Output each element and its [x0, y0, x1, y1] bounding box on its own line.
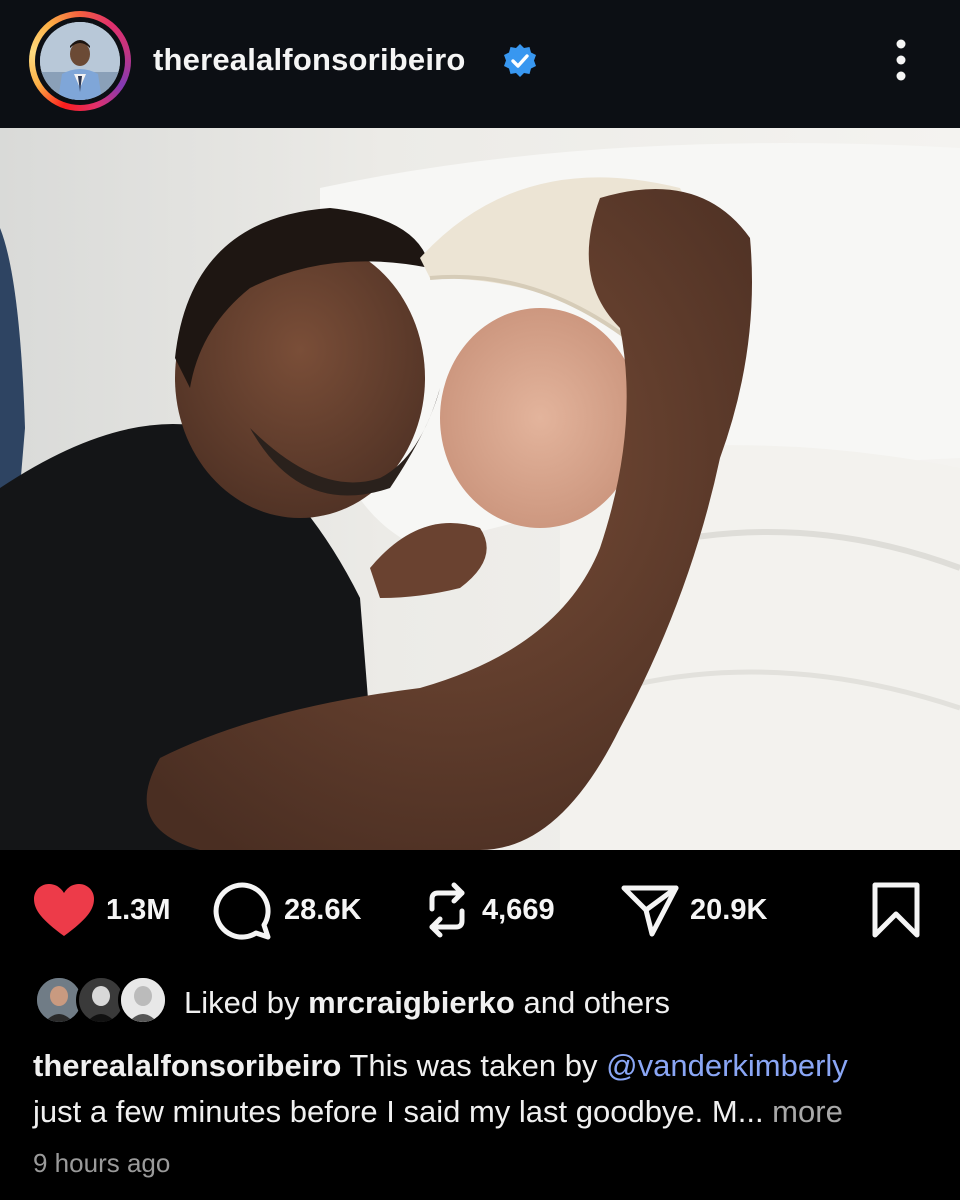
- comment-icon: [213, 882, 271, 940]
- comment-count: 28.6K: [284, 893, 362, 926]
- avatar-photo: [40, 22, 120, 100]
- caption-username[interactable]: therealalfonsoribeiro: [33, 1048, 341, 1083]
- share-count: 20.9K: [690, 893, 768, 926]
- verified-badge-icon: [501, 42, 539, 80]
- caption-text: This was taken by: [341, 1048, 607, 1083]
- heart-icon: [34, 884, 94, 936]
- share-icon: [621, 885, 679, 937]
- caption-text-continued: just a few minutes before I said my last…: [33, 1094, 764, 1129]
- like-count: 1.3M: [106, 893, 171, 926]
- post-timestamp: 9 hours ago: [33, 1148, 171, 1178]
- profile-avatar[interactable]: [29, 11, 131, 111]
- liked-by-prefix: Liked by: [184, 985, 309, 1020]
- repost-icon: [429, 882, 465, 938]
- caption-more-link[interactable]: more: [764, 1094, 843, 1129]
- post-header: therealalfonsoribeiro: [0, 0, 960, 128]
- caption-mention[interactable]: @vanderkimberly: [606, 1048, 848, 1083]
- post-caption: therealalfonsoribeiro This was taken by …: [33, 1043, 933, 1135]
- caption-line-1: therealalfonsoribeiro This was taken by …: [33, 1043, 933, 1089]
- repost-button[interactable]: 4,669: [422, 878, 555, 942]
- post-username[interactable]: therealalfonsoribeiro: [153, 42, 466, 78]
- liked-by-text: Liked by mrcraigbierko and others: [184, 985, 670, 1021]
- share-button[interactable]: 20.9K: [620, 878, 767, 942]
- repost-count: 4,669: [482, 893, 555, 926]
- bookmark-icon: [872, 882, 920, 938]
- liker-avatar: [118, 975, 168, 1025]
- comment-button[interactable]: 28.6K: [212, 878, 361, 942]
- liked-by-user[interactable]: mrcraigbierko: [308, 985, 515, 1020]
- post-image[interactable]: [0, 128, 960, 850]
- like-button[interactable]: 1.3M: [32, 878, 170, 942]
- more-vertical-icon[interactable]: [888, 36, 914, 84]
- save-button[interactable]: [870, 878, 922, 942]
- liked-by-row[interactable]: Liked by mrcraigbierko and others: [34, 975, 934, 1029]
- liked-by-suffix: and others: [514, 985, 670, 1020]
- caption-line-2: just a few minutes before I said my last…: [33, 1089, 933, 1135]
